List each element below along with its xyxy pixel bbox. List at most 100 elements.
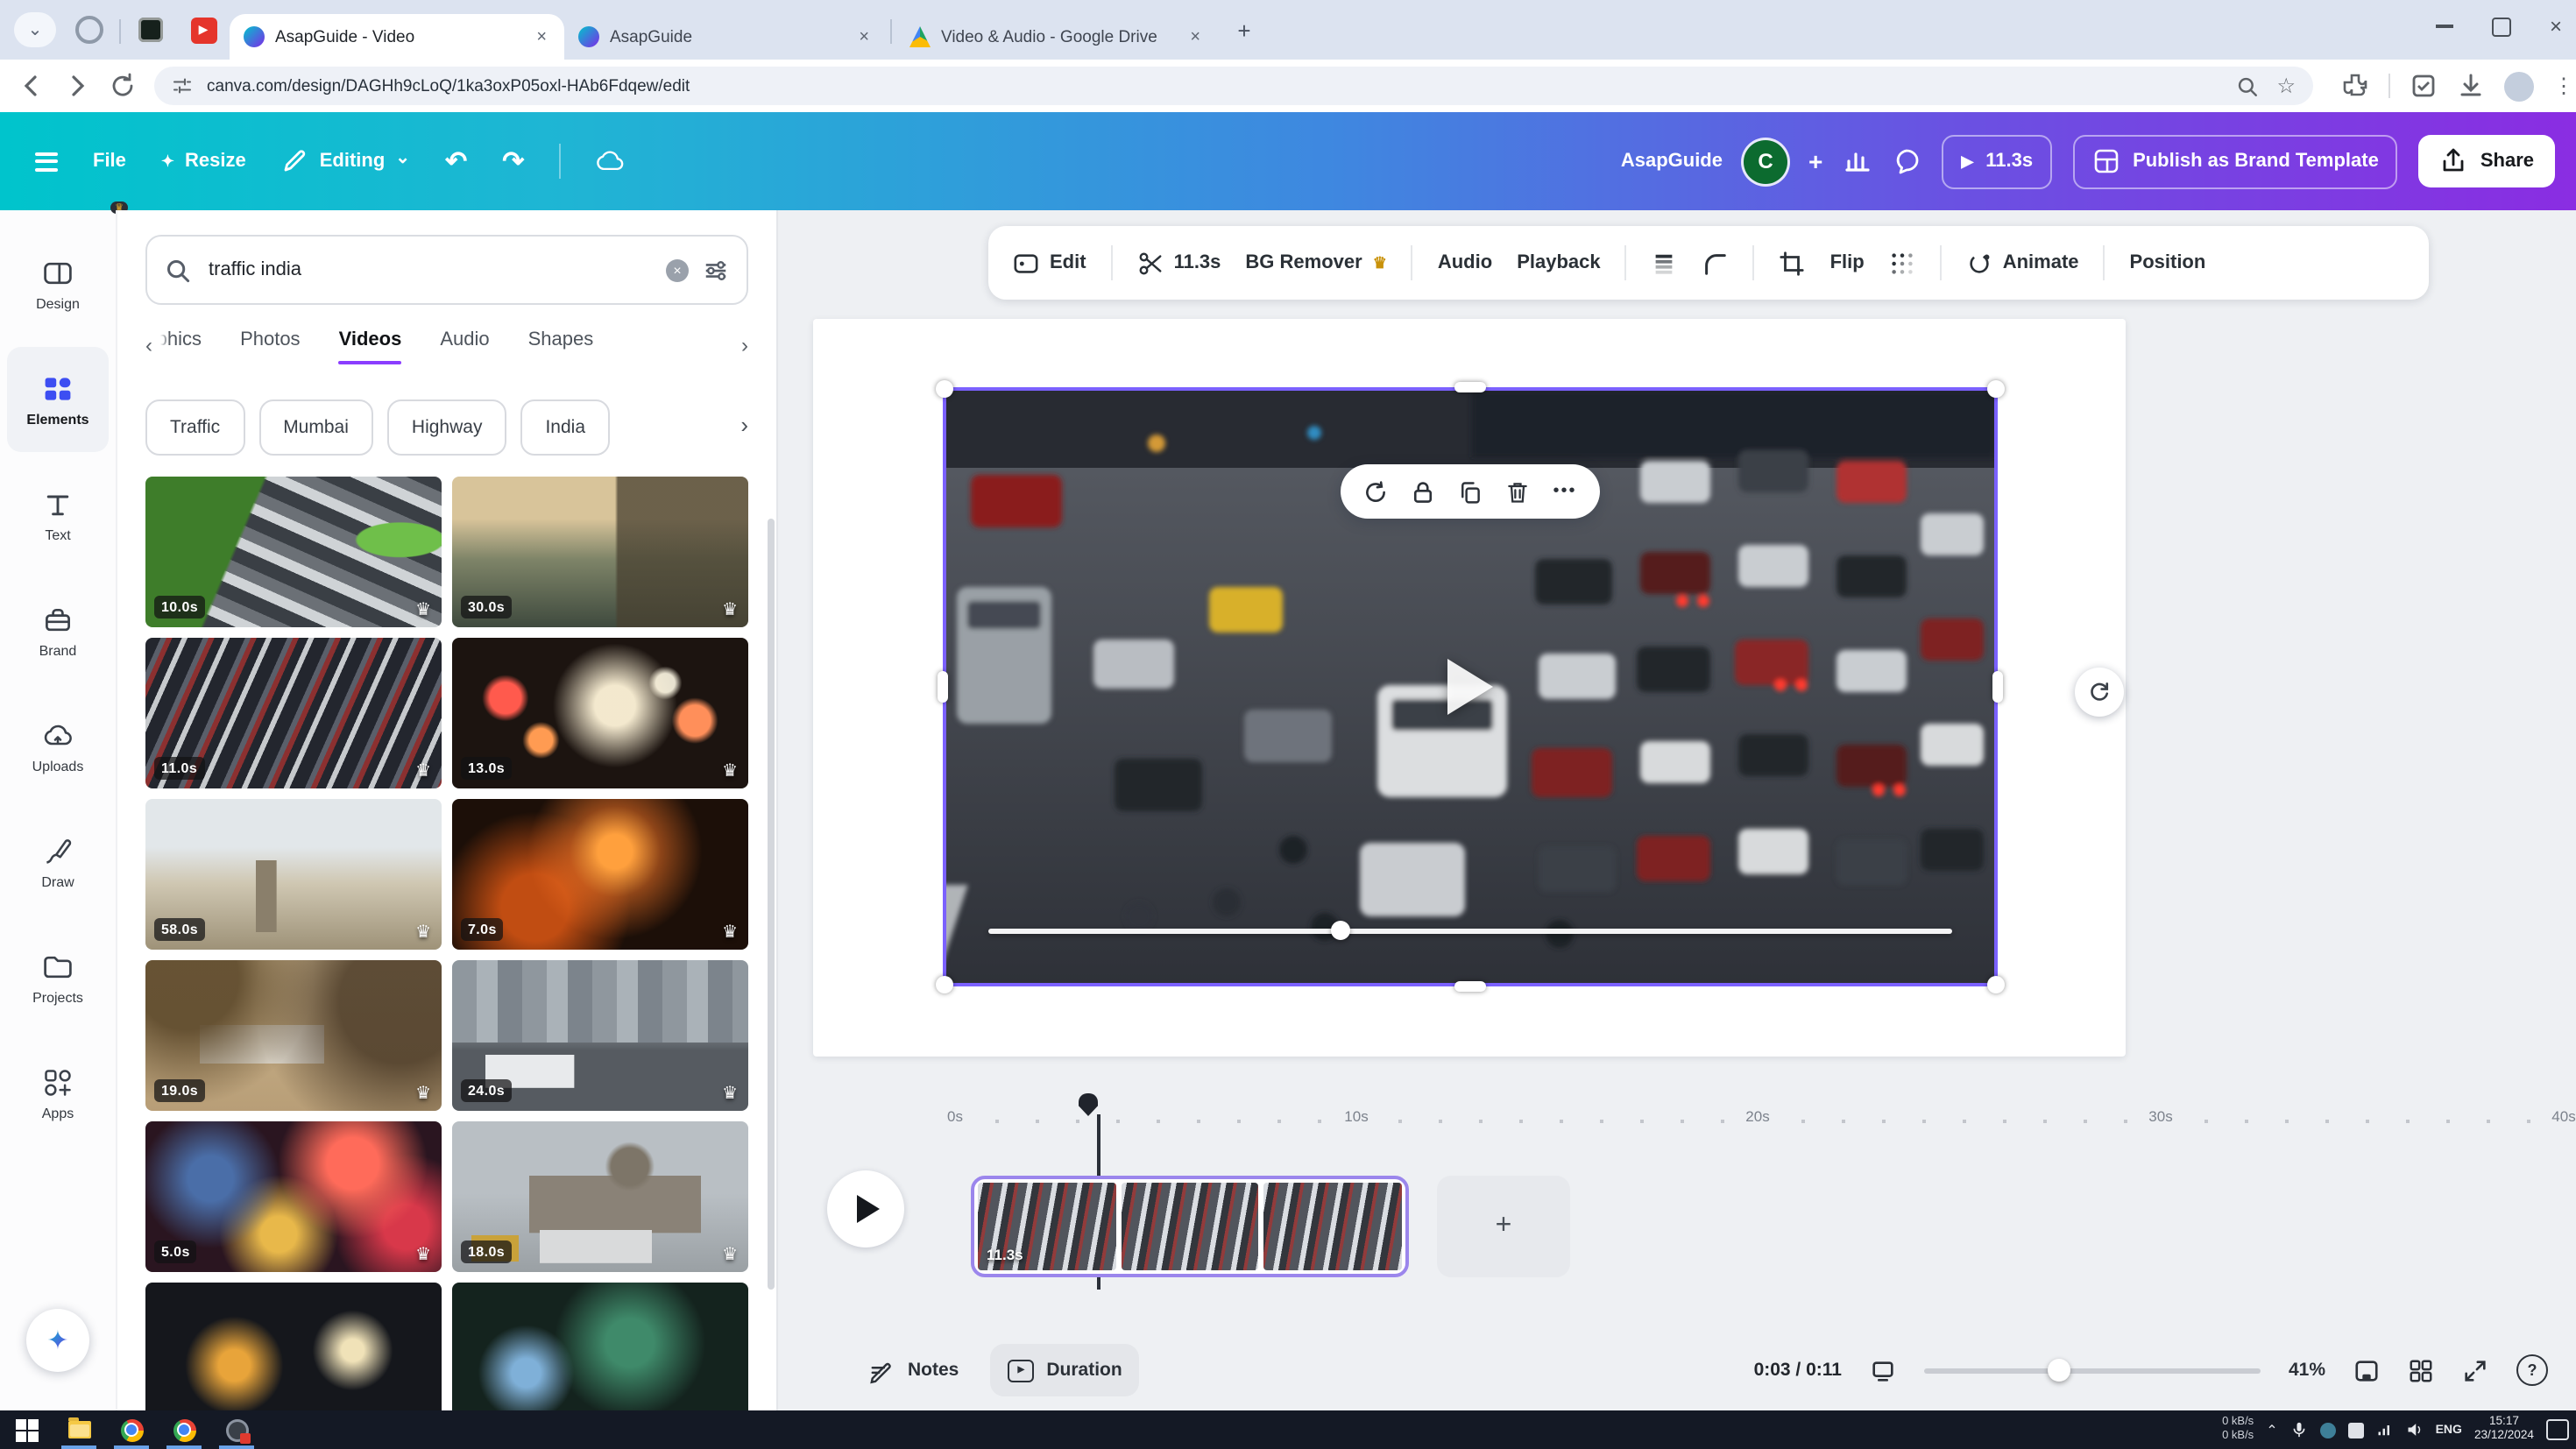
dissolve-effect-icon[interactable] xyxy=(1889,250,1915,276)
share-button[interactable]: Share xyxy=(2419,135,2555,187)
notification-center-icon[interactable] xyxy=(2546,1419,2569,1440)
trim-button[interactable]: 11.3s xyxy=(1137,250,1221,276)
tab-search-button[interactable]: ⌄ xyxy=(14,12,56,47)
search-input[interactable] xyxy=(205,258,652,282)
search-box[interactable]: × xyxy=(145,235,748,305)
invite-member-icon[interactable]: + xyxy=(1808,147,1822,175)
corner-rounding-icon[interactable] xyxy=(1702,250,1729,276)
user-avatar[interactable]: C xyxy=(1744,139,1787,183)
grid-view-icon[interactable] xyxy=(2408,1357,2434,1383)
preview-play-button[interactable]: ▶ 11.3s xyxy=(1942,134,2052,188)
browser-menu-kebab-icon[interactable]: ⋮ xyxy=(2553,74,2574,98)
video-thumbnail[interactable]: 10.0s♛ xyxy=(145,477,442,627)
clear-search-icon[interactable]: × xyxy=(666,258,689,281)
fit-screen-icon[interactable] xyxy=(1870,1357,1896,1383)
more-options-icon[interactable]: ••• xyxy=(1553,483,1576,500)
transparency-icon[interactable] xyxy=(1652,250,1678,276)
sidebar-item-text[interactable]: Text xyxy=(7,463,109,568)
file-menu[interactable]: File xyxy=(93,151,126,172)
sidebar-item-projects[interactable]: Projects xyxy=(7,925,109,1030)
fullscreen-icon[interactable] xyxy=(2462,1357,2488,1383)
sidebar-item-uploads[interactable]: Uploads xyxy=(7,694,109,799)
chips-scroll-right-icon[interactable]: › xyxy=(733,412,748,438)
language-indicator[interactable]: ENG xyxy=(2436,1424,2462,1436)
zoom-slider[interactable] xyxy=(1924,1368,2261,1373)
video-thumbnail[interactable]: 19.0s♛ xyxy=(145,960,442,1111)
volume-icon[interactable] xyxy=(2406,1421,2424,1438)
tab-photos[interactable]: Photos xyxy=(240,329,301,364)
bookmark-star-icon[interactable]: ☆ xyxy=(2276,74,2296,98)
comment-icon[interactable] xyxy=(1893,147,1921,175)
new-tab-button[interactable]: + xyxy=(1225,11,1263,49)
microphone-icon[interactable] xyxy=(2290,1421,2308,1438)
video-play-overlay-icon[interactable] xyxy=(1447,659,1493,715)
editing-mode-dropdown[interactable]: Editing ⌄ xyxy=(281,147,410,175)
add-clip-button[interactable]: + xyxy=(1437,1176,1570,1277)
animate-button[interactable]: Animate xyxy=(1966,250,2079,276)
duplicate-icon[interactable] xyxy=(1458,479,1483,504)
close-icon[interactable]: × xyxy=(2550,16,2562,37)
resize-handle-w[interactable] xyxy=(938,671,948,703)
resize-handle-n[interactable] xyxy=(1454,382,1486,392)
extensions-puzzle-icon[interactable] xyxy=(2341,72,2369,100)
site-settings-icon[interactable] xyxy=(172,75,193,96)
tabs-scroll-right-icon[interactable]: › xyxy=(724,333,748,357)
forward-icon[interactable] xyxy=(63,72,91,100)
network-icon[interactable] xyxy=(2376,1421,2394,1438)
taskbar-clock[interactable]: 15:17 23/12/2024 xyxy=(2474,1415,2534,1445)
rotate-element-handle[interactable] xyxy=(2075,668,2124,717)
video-thumbnail[interactable]: 5.0s♛ xyxy=(145,1121,442,1272)
tab-close-icon[interactable]: × xyxy=(1186,27,1204,46)
chip-india[interactable]: India xyxy=(520,399,610,456)
tab-close-icon[interactable]: × xyxy=(533,27,550,46)
tab-audio[interactable]: Audio xyxy=(440,329,489,364)
resize-handle-nw[interactable] xyxy=(936,380,953,398)
canva-assistant-button[interactable]: ✦ xyxy=(26,1309,89,1372)
undo-button[interactable]: ↶ xyxy=(445,145,467,177)
tab-videos[interactable]: Videos xyxy=(339,329,402,364)
url-bar[interactable]: canva.com/design/DAGHh9cLoQ/1ka3oxP05oxl… xyxy=(154,67,2313,105)
cloud-saved-icon[interactable] xyxy=(596,147,624,175)
resize-handle-sw[interactable] xyxy=(936,976,953,993)
browser-profile-avatar[interactable] xyxy=(2504,71,2534,101)
chip-mumbai[interactable]: Mumbai xyxy=(258,399,373,456)
sidebar-item-apps[interactable]: Apps xyxy=(7,1041,109,1146)
video-thumbnail[interactable]: 7.0s♛ xyxy=(452,799,748,950)
publish-brand-template-button[interactable]: Publish as Brand Template xyxy=(2073,134,2398,188)
maximize-icon[interactable] xyxy=(2492,17,2511,36)
video-thumbnail[interactable] xyxy=(452,1283,748,1410)
browser-tab[interactable]: Video & Audio - Google Drive × xyxy=(895,14,1218,60)
tab-shapes[interactable]: Shapes xyxy=(528,329,594,364)
search-icon[interactable] xyxy=(2236,74,2259,97)
video-thumbnail[interactable]: 11.0s♛ xyxy=(145,638,442,788)
tab-close-icon[interactable]: × xyxy=(855,27,873,46)
resize-handle-s[interactable] xyxy=(1454,981,1486,992)
main-menu-icon[interactable] xyxy=(35,152,58,171)
video-thumbnail[interactable]: 58.0s♛ xyxy=(145,799,442,950)
pinned-tab-youtube[interactable]: ▶ xyxy=(180,7,226,53)
canvas-page[interactable] xyxy=(813,319,2126,1057)
timeline-clip[interactable]: 11.3s xyxy=(971,1176,1409,1277)
notes-button[interactable]: Notes xyxy=(869,1357,959,1383)
extension-icon[interactable] xyxy=(2410,72,2438,100)
resize-handle-e[interactable] xyxy=(1992,671,2003,703)
sidebar-item-elements[interactable]: Elements xyxy=(7,347,109,452)
video-thumbnail[interactable]: 30.0s♛ xyxy=(452,477,748,627)
pages-view-icon[interactable] xyxy=(2353,1357,2380,1383)
chrome-button[interactable] xyxy=(105,1410,158,1449)
panel-scrollbar[interactable] xyxy=(768,519,775,1290)
video-thumbnail[interactable]: 18.0s♛ xyxy=(452,1121,748,1272)
resize-handle-se[interactable] xyxy=(1987,976,2005,993)
sidebar-item-design[interactable]: Design xyxy=(7,231,109,336)
download-icon[interactable] xyxy=(2457,72,2485,100)
tray-expand-icon[interactable]: ⌃ xyxy=(2266,1422,2277,1438)
delete-trash-icon[interactable] xyxy=(1505,479,1530,504)
refresh-icon[interactable] xyxy=(109,72,137,100)
browser-tab[interactable]: AsapGuide × xyxy=(564,14,887,60)
chip-traffic[interactable]: Traffic xyxy=(145,399,244,456)
pinned-tab-generic[interactable] xyxy=(67,7,112,53)
minimize-icon[interactable] xyxy=(2436,25,2453,28)
tabs-scroll-left-icon[interactable]: ‹ xyxy=(145,333,170,357)
resize-button[interactable]: ✦ Resize xyxy=(161,151,246,172)
zoom-level[interactable]: 41% xyxy=(2289,1360,2325,1381)
